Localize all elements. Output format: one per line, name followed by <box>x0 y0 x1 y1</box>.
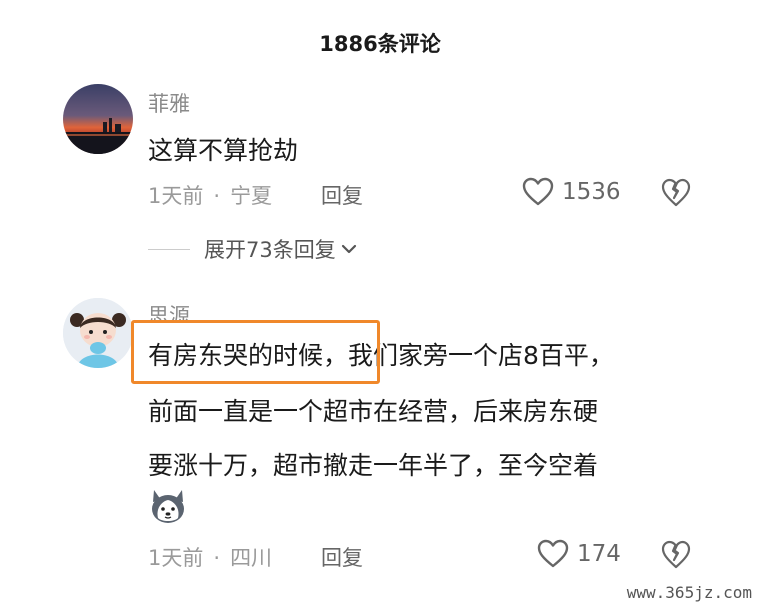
expand-replies-button[interactable]: 展开73条回复 <box>148 234 358 264</box>
reply-button[interactable]: 回复 <box>321 542 363 572</box>
cartoon-girl-avatar-image <box>63 298 133 368</box>
comment-text: 这算不算抢劫 <box>148 136 299 165</box>
chevron-down-icon <box>341 244 356 254</box>
watermark: www.365jz.com <box>626 583 752 602</box>
expand-replies-label: 展开73条回复 <box>204 238 336 262</box>
like-button[interactable]: 1536 <box>522 177 621 207</box>
comment-text-line: 要涨十万，超市撤走一年半了，至今空着 <box>148 451 599 480</box>
like-count: 1536 <box>562 179 621 205</box>
broken-heart-icon <box>661 178 691 207</box>
heart-outline-icon <box>537 539 569 568</box>
like-button[interactable]: 174 <box>537 539 621 569</box>
husky-emoji-icon <box>148 486 188 526</box>
comment-location: 四川 <box>230 546 273 570</box>
comment-time: 1天前 <box>148 546 204 570</box>
dislike-button[interactable] <box>661 178 691 212</box>
avatar[interactable] <box>63 84 133 154</box>
heart-outline-icon <box>522 177 554 206</box>
sunset-avatar-image <box>63 84 133 154</box>
dislike-button[interactable] <box>661 540 691 574</box>
comment-text-line: 前面一直是一个超市在经营，后来房东硬 <box>148 397 599 426</box>
like-count: 174 <box>577 541 621 567</box>
meta-separator: · <box>213 184 221 208</box>
highlight-annotation-box <box>131 320 380 384</box>
comments-count-title: 1886条评论 <box>319 32 441 56</box>
meta-separator: · <box>213 546 221 570</box>
expand-divider <box>148 248 190 250</box>
avatar[interactable] <box>63 298 133 368</box>
broken-heart-icon <box>661 540 691 569</box>
comment-time: 1天前 <box>148 184 204 208</box>
comment-username[interactable]: 菲雅 <box>148 88 190 118</box>
comment-meta: 1天前 · 四川 <box>148 542 272 572</box>
reply-button[interactable]: 回复 <box>321 180 363 210</box>
comment-meta: 1天前 · 宁夏 <box>148 180 272 210</box>
comment-location: 宁夏 <box>230 184 273 208</box>
